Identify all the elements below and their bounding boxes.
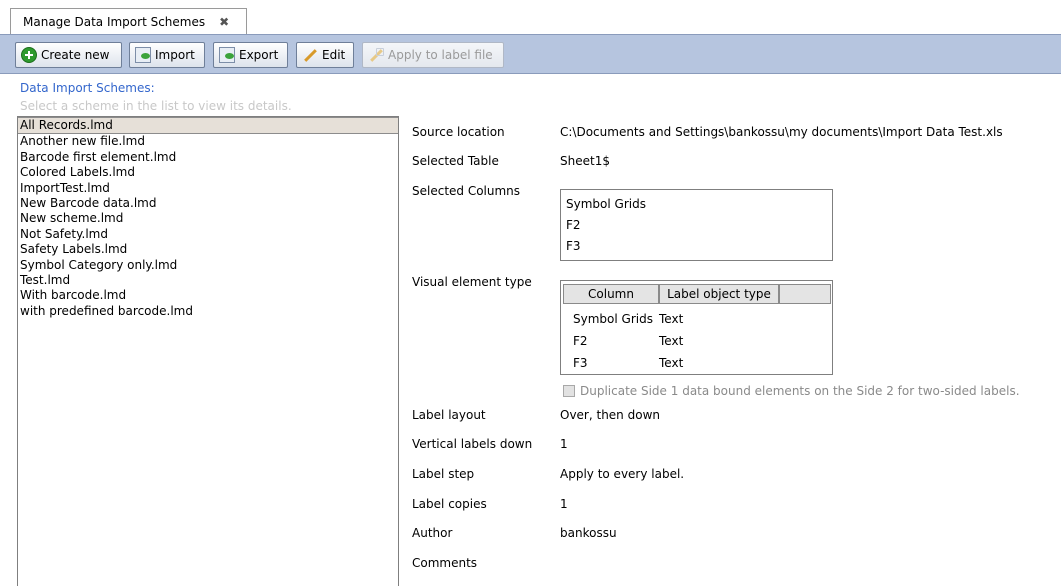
- duplicate-side-checkbox[interactable]: [563, 385, 575, 397]
- export-label: Export: [239, 48, 279, 62]
- duplicate-side-option: Duplicate Side 1 data bound elements on …: [563, 384, 1020, 398]
- table-row[interactable]: F2 Text: [561, 331, 832, 351]
- list-item[interactable]: With barcode.lmd: [18, 288, 398, 303]
- schemes-title: Data Import Schemes:: [20, 81, 155, 95]
- label-layout-label: Label layout: [412, 408, 486, 422]
- apply-label-icon: [368, 47, 384, 63]
- list-item[interactable]: Another new file.lmd: [18, 134, 398, 149]
- label-layout-value: Over, then down: [560, 408, 660, 422]
- tab-strip: Manage Data Import Schemes ✖: [0, 0, 1061, 34]
- list-item[interactable]: Test.lmd: [18, 273, 398, 288]
- label-step-label: Label step: [412, 467, 475, 481]
- list-item[interactable]: Not Safety.lmd: [18, 227, 398, 242]
- create-new-button[interactable]: Create new: [15, 42, 122, 68]
- label-object-type-header[interactable]: Label object type: [659, 284, 779, 304]
- import-button[interactable]: Import: [129, 42, 205, 68]
- label-copies-label: Label copies: [412, 497, 487, 511]
- column-item: F2: [566, 218, 581, 232]
- visual-element-type-label: Visual element type: [412, 275, 532, 289]
- import-label: Import: [155, 48, 195, 62]
- create-new-label: Create new: [41, 48, 110, 62]
- scheme-list[interactable]: All Records.lmd Another new file.lmd Barco…: [17, 116, 399, 586]
- visual-type-cell: Text: [659, 356, 684, 370]
- empty-header: [779, 284, 831, 304]
- export-button[interactable]: Export: [213, 42, 288, 68]
- label-step-value: Apply to every label.: [560, 467, 685, 481]
- comments-label: Comments: [412, 556, 478, 570]
- duplicate-side-label: Duplicate Side 1 data bound elements on …: [580, 384, 1020, 398]
- export-icon: [219, 47, 235, 63]
- list-item[interactable]: New scheme.lmd: [18, 211, 398, 226]
- edit-label: Edit: [322, 48, 346, 62]
- list-item[interactable]: Colored Labels.lmd: [18, 165, 398, 180]
- visual-column-cell: F3: [573, 356, 588, 370]
- list-item[interactable]: New Barcode data.lmd: [18, 196, 398, 211]
- plus-circle-icon: [21, 47, 37, 63]
- list-item[interactable]: Symbol Category only.lmd: [18, 258, 398, 273]
- list-item[interactable]: All Records.lmd: [18, 117, 398, 135]
- vertical-labels-down-value: 1: [560, 437, 568, 451]
- visual-column-cell: Symbol Grids: [573, 312, 653, 326]
- tab-manage-data-import-schemes[interactable]: Manage Data Import Schemes ✖: [10, 8, 247, 34]
- tab-title: Manage Data Import Schemes: [23, 14, 206, 29]
- label-copies-value: 1: [560, 497, 568, 511]
- toolbar: Create new Import Export Edit Apply to l…: [0, 34, 1061, 74]
- table-row[interactable]: F3 Text: [561, 353, 832, 373]
- selected-table-label: Selected Table: [412, 154, 499, 168]
- selected-columns-label: Selected Columns: [412, 184, 521, 198]
- list-item[interactable]: with predefined barcode.lmd: [18, 304, 398, 319]
- vertical-labels-down-label: Vertical labels down: [412, 437, 533, 451]
- apply-label: Apply to label file: [388, 48, 493, 62]
- visual-column-cell: F2: [573, 334, 588, 348]
- table-row[interactable]: Symbol Grids Text: [561, 309, 832, 329]
- edit-button[interactable]: Edit: [296, 42, 354, 68]
- list-item[interactable]: Barcode first element.lmd: [18, 150, 398, 165]
- close-icon[interactable]: ✖: [219, 15, 229, 29]
- list-item[interactable]: Safety Labels.lmd: [18, 242, 398, 257]
- schemes-hint: Select a scheme in the list to view its …: [20, 99, 292, 113]
- author-value: bankossu: [560, 526, 617, 540]
- visual-table-header: Column Label object type: [563, 284, 831, 304]
- list-item[interactable]: ImportTest.lmd: [18, 181, 398, 196]
- import-icon: [135, 47, 151, 63]
- pencil-icon: [302, 47, 318, 63]
- selected-table-value: Sheet1$: [560, 154, 610, 168]
- source-location-label: Source location: [412, 125, 505, 139]
- visual-type-cell: Text: [659, 334, 684, 348]
- column-header[interactable]: Column: [563, 284, 659, 304]
- selected-columns-list[interactable]: Symbol Grids F2 F3: [560, 189, 833, 261]
- column-item: Symbol Grids: [566, 197, 646, 211]
- visual-type-cell: Text: [659, 312, 684, 326]
- column-item: F3: [566, 239, 581, 253]
- visual-element-table[interactable]: Column Label object type Symbol Grids Te…: [560, 280, 833, 375]
- source-location-value: C:\Documents and Settings\bankossu\my do…: [560, 125, 1003, 139]
- author-label: Author: [412, 526, 453, 540]
- apply-to-label-file-button[interactable]: Apply to label file: [362, 42, 504, 68]
